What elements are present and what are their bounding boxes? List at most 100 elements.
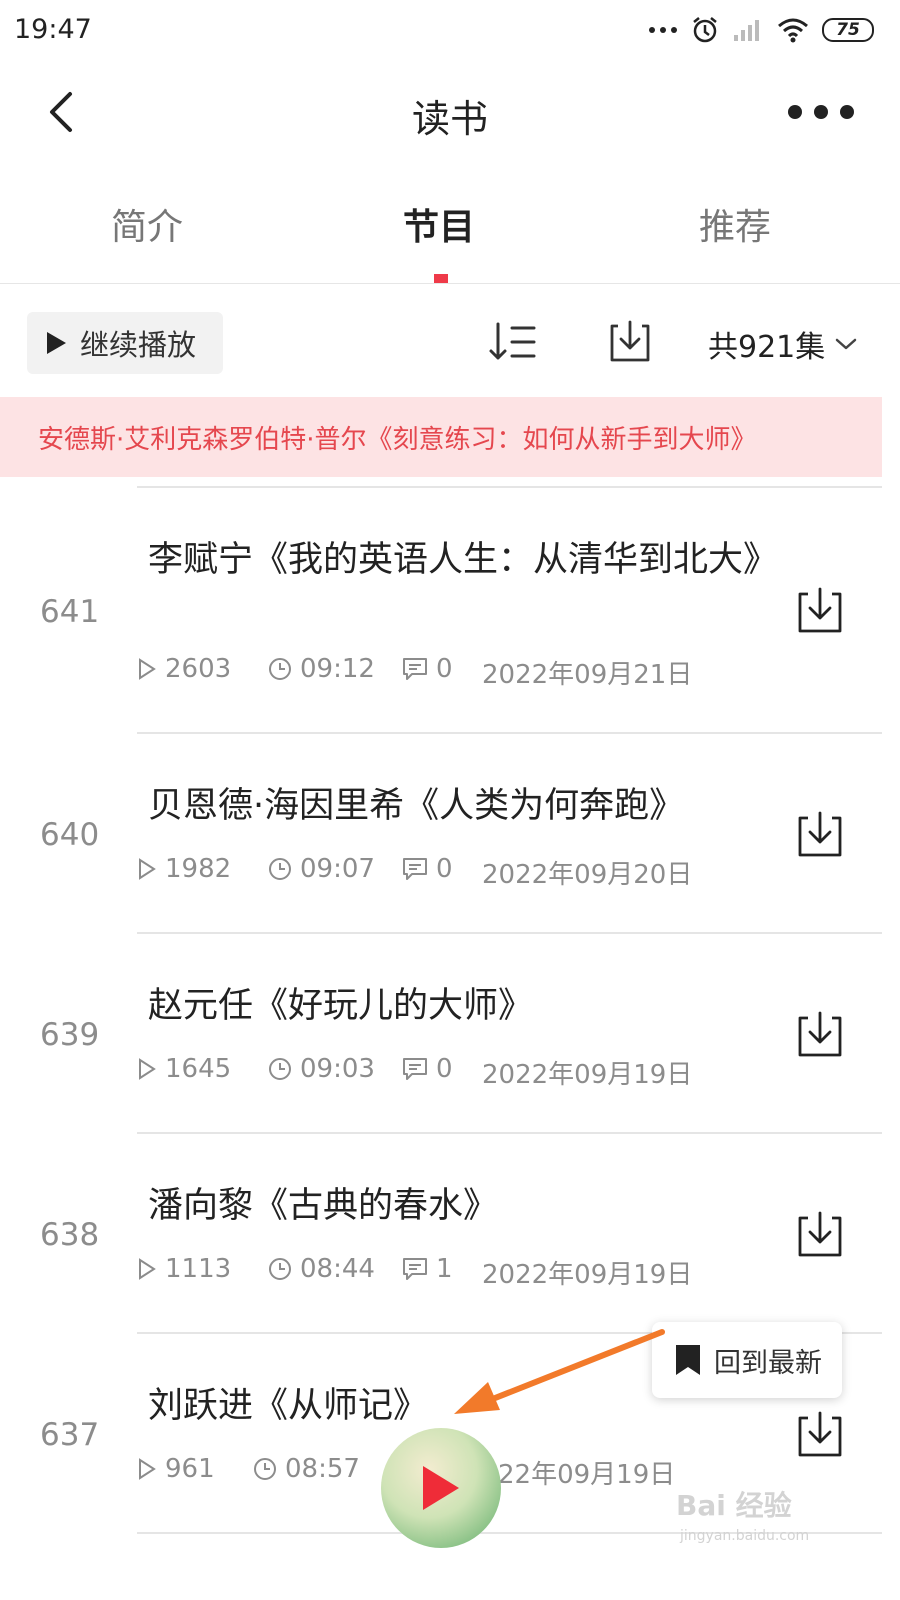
download-button[interactable]: [795, 1010, 845, 1060]
duration: 09:03: [268, 1054, 375, 1084]
comment-icon: [403, 1058, 427, 1080]
more-dots-icon: [649, 27, 677, 33]
episode-toolbar: 继续播放 共921集: [0, 300, 900, 390]
play-icon: [423, 1466, 459, 1510]
tab-recommend[interactable]: 推荐: [699, 198, 771, 250]
duration-value: 09:07: [300, 854, 375, 884]
continue-play-label: 继续播放: [80, 328, 197, 362]
more-icon-dot: [814, 105, 828, 119]
sort-button[interactable]: [488, 320, 538, 364]
comment-count-value: 0: [436, 654, 453, 684]
clock-icon: [269, 658, 291, 680]
alarm-icon: [693, 17, 717, 43]
batch-download-button[interactable]: [606, 318, 654, 366]
status-time: 19:47: [14, 14, 92, 45]
play-count: 1113: [137, 1254, 231, 1284]
download-icon: [798, 811, 842, 857]
tab-bar: 简介 节目 推荐: [0, 172, 900, 284]
list-divider: [137, 1132, 882, 1134]
play-outline-icon: [139, 858, 156, 880]
duration: 09:07: [268, 854, 375, 884]
play-outline-icon: [139, 1058, 156, 1080]
annotation-arrow-icon: [454, 1329, 665, 1414]
episode-number: 640: [40, 817, 100, 853]
duration: 09:12: [268, 654, 375, 684]
download-button[interactable]: [795, 586, 845, 636]
download-icon: [798, 587, 842, 633]
episode-number: 637: [40, 1417, 100, 1453]
status-bar: 19:47 75: [0, 0, 900, 62]
download-icon: [798, 1211, 842, 1257]
clock-icon: [254, 1458, 276, 1480]
play-outline-icon: [139, 1258, 156, 1280]
signal-icon: [734, 20, 759, 41]
episode-title[interactable]: 潘向黎《古典的春水》: [148, 1183, 773, 1229]
duration-value: 09:03: [300, 1054, 375, 1084]
download-button[interactable]: [795, 1410, 845, 1460]
battery-level: 75: [836, 20, 860, 40]
episode-title[interactable]: 赵元任《好玩儿的大师》: [148, 983, 773, 1029]
publish-date: 2022年09月19日: [482, 1260, 693, 1290]
wifi-icon: [778, 18, 808, 43]
play-outline-icon: [139, 1458, 156, 1480]
now-playing-banner[interactable]: 安德斯·艾利克森罗伯特·普尔《刻意练习：如何从新手到大师》: [0, 397, 882, 477]
comment-icon: [403, 858, 427, 880]
download-icon: [798, 1011, 842, 1057]
tab-episodes[interactable]: 节目: [403, 198, 475, 250]
play-count-value: 1645: [165, 1054, 232, 1084]
top-nav: 读书: [0, 62, 900, 168]
comment-icon: [403, 658, 427, 680]
list-divider: [137, 732, 882, 734]
episode-count-selector[interactable]: 共921集: [708, 322, 857, 366]
play-icon: [47, 332, 66, 354]
duration: 08:44: [268, 1254, 375, 1284]
download-icon: [610, 320, 650, 362]
clock-icon: [269, 1258, 291, 1280]
play-count: 1982: [137, 854, 231, 884]
play-count-value: 1982: [165, 854, 232, 884]
play-outline-icon: [139, 658, 156, 680]
back-to-latest-button[interactable]: 回到最新: [652, 1322, 842, 1398]
play-count-value: 961: [165, 1454, 215, 1484]
duration-value: 08:57: [285, 1454, 360, 1484]
play-count: 961: [137, 1454, 215, 1484]
play-count-value: 1113: [165, 1254, 232, 1284]
publish-date: 22年09月19日: [498, 1460, 676, 1490]
clock-icon: [269, 1058, 291, 1080]
active-tab-indicator: [434, 274, 448, 283]
battery-indicator: 75: [822, 18, 874, 42]
more-options-button[interactable]: [788, 100, 854, 124]
tab-intro[interactable]: 简介: [111, 198, 183, 250]
back-to-latest-label: 回到最新: [714, 1347, 822, 1379]
continue-play-button[interactable]: 继续播放: [27, 312, 223, 374]
list-divider: [137, 932, 882, 934]
comment-count-value: 0: [436, 854, 453, 884]
download-button[interactable]: [795, 810, 845, 860]
now-playing-title: 安德斯·艾利克森罗伯特·普尔《刻意练习：如何从新手到大师》: [38, 424, 757, 455]
publish-date: 2022年09月21日: [482, 660, 693, 690]
comment-count: 0: [402, 654, 453, 684]
episode-count-label: 共921集: [708, 330, 826, 365]
play-count: 2603: [137, 654, 231, 684]
episode-number: 641: [40, 594, 100, 630]
watermark-url: jingyan.baidu.com: [680, 1528, 810, 1544]
page-title: 读书: [411, 97, 488, 141]
duration-value: 09:12: [300, 654, 375, 684]
duration-value: 08:44: [300, 1254, 375, 1284]
download-button[interactable]: [795, 1210, 845, 1260]
watermark-logo: Bai 经验: [676, 1489, 792, 1522]
mini-player[interactable]: [381, 1428, 501, 1548]
comment-count-value: 1: [436, 1254, 453, 1284]
episode-title[interactable]: 李赋宁《我的英语人生：从清华到北大》: [148, 537, 778, 583]
more-icon-dot: [840, 105, 854, 119]
play-count: 1645: [137, 1054, 231, 1084]
episode-number: 639: [40, 1017, 100, 1053]
play-count-value: 2603: [165, 654, 232, 684]
episode-number: 638: [40, 1217, 100, 1253]
sort-icon: [489, 322, 536, 360]
list-divider: [137, 486, 882, 488]
comment-icon: [403, 1258, 427, 1280]
duration: 08:57: [253, 1454, 360, 1484]
clock-icon: [269, 858, 291, 880]
episode-title[interactable]: 贝恩德·海因里希《人类为何奔跑》: [148, 783, 773, 829]
